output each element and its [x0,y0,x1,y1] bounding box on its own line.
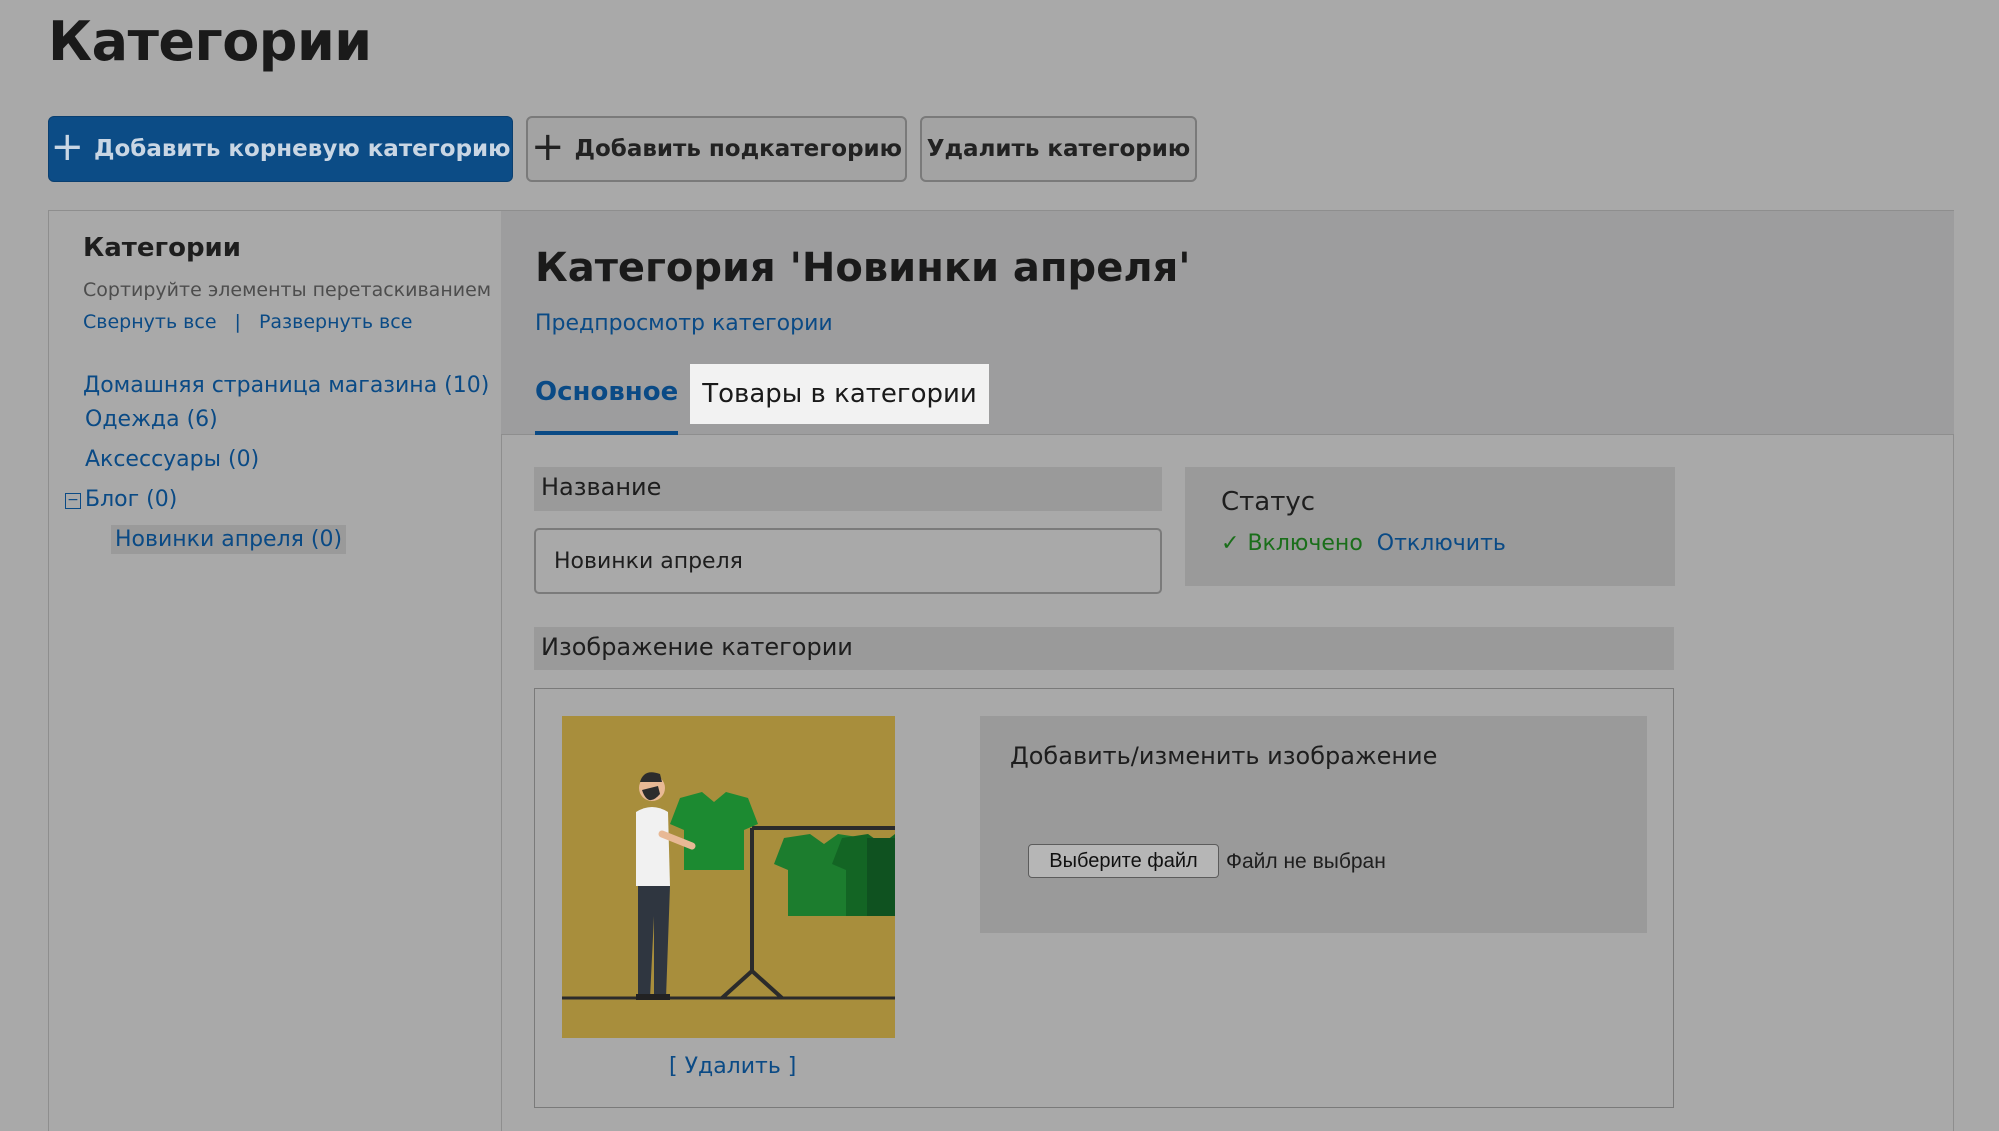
add-root-category-button[interactable]: + Добавить корневую категорию [48,116,513,182]
status-enabled: Включено [1247,531,1363,556]
plus-icon: + [50,124,84,170]
add-root-category-label: Добавить корневую категорию [94,136,511,162]
tree-item-accessories[interactable]: Аксессуары (0) [85,447,259,472]
tree-item-blog-label: Блог (0) [85,487,178,512]
content-header: Категория 'Новинки апреля' Предпросмотр … [501,211,1954,435]
collapse-all-link[interactable]: Свернуть все [83,311,217,333]
preview-category-link[interactable]: Предпросмотр категории [535,311,833,336]
link-separator: | [234,311,241,333]
category-title: Категория 'Новинки апреля' [535,245,1191,291]
delete-category-button[interactable]: Удалить категорию [920,116,1197,182]
check-icon: ✓ [1221,531,1240,556]
remove-image-link[interactable]: [ Удалить ] [669,1054,796,1079]
status-title: Статус [1221,487,1316,517]
page-title: Категории [48,10,372,73]
name-input[interactable]: Новинки апреля [534,528,1162,594]
status-row: ✓ Включено Отключить [1221,531,1506,556]
plus-icon: + [530,124,565,170]
disable-link[interactable]: Отключить [1377,531,1506,556]
tree-item-blog[interactable]: − Блог (0) [65,487,178,512]
tab-general[interactable]: Основное [535,373,679,435]
file-status: Файл не выбран [1226,850,1386,873]
choose-file-button[interactable]: Выберите файл [1028,844,1219,878]
delete-category-label: Удалить категорию [926,136,1191,162]
category-sidebar: Категории Сортируйте элементы перетаскив… [49,211,502,1131]
expand-all-link[interactable]: Развернуть все [259,311,412,333]
upload-title: Добавить/изменить изображение [1010,742,1438,770]
tree-item-home[interactable]: Домашняя страница магазина (10) [83,373,489,398]
tab-products[interactable]: Товары в категории [690,364,989,424]
tree-item-clothing[interactable]: Одежда (6) [85,407,218,432]
category-image [562,716,895,1038]
status-panel: Статус ✓ Включено Отключить [1185,467,1675,586]
collapse-icon[interactable]: − [65,493,81,509]
add-subcategory-label: Добавить подкатегорию [574,136,903,162]
image-label: Изображение категории [534,627,1674,670]
sidebar-title: Категории [83,233,241,263]
add-subcategory-button[interactable]: + Добавить подкатегорию [526,116,907,182]
name-label: Название [534,467,1162,511]
tree-item-april-new[interactable]: Новинки апреля (0) [111,525,347,554]
upload-panel: Добавить/изменить изображение Выберите ф… [980,716,1647,933]
sidebar-hint: Сортируйте элементы перетаскиванием [83,279,492,301]
image-panel: [ Удалить ] Добавить/изменить изображени… [534,688,1674,1108]
tree-controls: Свернуть все | Развернуть все [83,311,412,333]
name-input-value: Новинки апреля [554,548,743,574]
